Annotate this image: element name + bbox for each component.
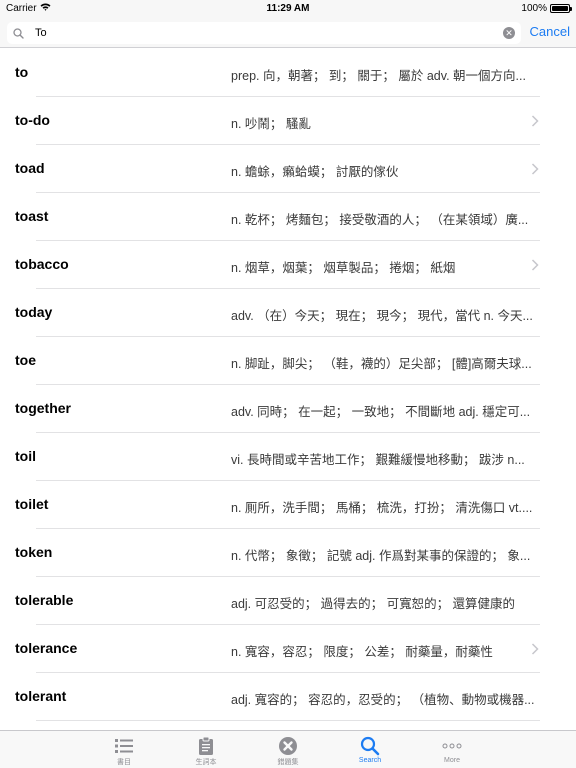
search-bar: ✕ Cancel [0, 18, 576, 48]
close-circle-icon [278, 735, 298, 756]
clear-search-icon[interactable]: ✕ [503, 27, 515, 39]
result-word: toad [15, 160, 45, 176]
tab-label: Search [358, 757, 382, 764]
result-definition: adj. 可忍受的； 過得去的； 可寬恕的； 還算健康的 [231, 597, 516, 611]
result-word: toilet [15, 496, 49, 512]
tab-bar: 書目 生詞本 錯題集 Search More [0, 730, 576, 768]
status-bar: Carrier 11:29 AM 100% [0, 0, 576, 18]
result-word: toast [15, 208, 49, 224]
result-word: tolerable [15, 592, 74, 608]
result-word: together [15, 400, 71, 416]
result-word: today [15, 304, 53, 320]
result-row[interactable]: toast n. 乾杯； 烤麵包； 接受敬酒的人； （在某領域）廣... [0, 193, 576, 241]
result-row[interactable]: token n. 代幣； 象徵； 記號 adj. 作爲對某事的保證的； 象... [0, 529, 576, 577]
result-definition: n. 寬容，容忍； 限度； 公差； 耐藥量，耐藥性 [231, 645, 493, 659]
result-word: toil [15, 448, 36, 464]
result-definition: n. 蟾蜍，癩蛤蟆； 討厭的傢伙 [231, 165, 399, 179]
result-definition: vi. 長時間或辛苦地工作； 艱難緩慢地移動； 跋涉 n... [231, 453, 525, 467]
tab-label: 書目 [117, 759, 131, 766]
cancel-button[interactable]: Cancel [530, 24, 570, 39]
tab-more[interactable]: More [411, 731, 493, 768]
result-definition: n. 脚趾，脚尖； （鞋，襪的）足尖部； [體]高爾夫球... [231, 357, 532, 371]
search-input[interactable] [35, 27, 495, 39]
status-time: 11:29 AM [266, 3, 310, 14]
result-definition: n. 乾杯； 烤麵包； 接受敬酒的人； （在某領域）廣... [231, 213, 529, 227]
result-definition: adv. 同時； 在一起； 一致地； 不間斷地 adj. 穩定可... [231, 405, 531, 419]
result-definition: adv. （在）今天； 現在； 現今； 現代，當代 n. 今天... [231, 309, 533, 323]
result-word: to [15, 64, 29, 80]
battery-icon [550, 4, 572, 13]
chevron-right-icon [531, 162, 539, 180]
result-word: tobacco [15, 256, 69, 272]
result-row[interactable]: toil vi. 長時間或辛苦地工作； 艱難緩慢地移動； 跋涉 n... [0, 433, 576, 481]
more-icon [442, 735, 462, 756]
result-row[interactable]: tobacco n. 烟草，烟葉； 烟草製品； 捲烟； 紙烟 [0, 241, 576, 289]
result-row[interactable]: together adv. 同時； 在一起； 一致地； 不間斷地 adj. 穩定可… [0, 385, 576, 433]
result-row[interactable]: toilet n. 厠所，洗手間； 馬桶； 梳洗，打扮； 清洗傷口 vt.... [0, 481, 576, 529]
result-word: to-do [15, 112, 50, 128]
battery-fill [552, 6, 568, 11]
result-definition: n. 烟草，烟葉； 烟草製品； 捲烟； 紙烟 [231, 261, 456, 275]
tab-list[interactable]: 書目 [83, 731, 165, 768]
result-row[interactable]: today adv. （在）今天； 現在； 現今； 現代，當代 n. 今天... [0, 289, 576, 337]
result-definition: prep. 向，朝著； 到； 關于； 屬於 adv. 朝一個方向... [231, 69, 526, 83]
result-definition: n. 厠所，洗手間； 馬桶； 梳洗，打扮； 清洗傷口 vt.... [231, 501, 533, 515]
result-row[interactable]: tolerable adj. 可忍受的； 過得去的； 可寬恕的； 還算健康的 [0, 577, 576, 625]
clipboard-icon [198, 735, 214, 756]
chevron-right-icon [531, 114, 539, 132]
result-definition: n. 代幣； 象徵； 記號 adj. 作爲對某事的保證的； 象... [231, 549, 531, 563]
result-word: tolerance [15, 640, 78, 656]
tab-clipboard[interactable]: 生詞本 [165, 731, 247, 768]
result-definition: adj. 寬容的； 容忍的，忍受的； （植物、動物或機器... [231, 693, 535, 707]
search-icon [360, 735, 380, 756]
result-word: toe [15, 352, 36, 368]
result-row[interactable]: toe n. 脚趾，脚尖； （鞋，襪的）足尖部； [體]高爾夫球... [0, 337, 576, 385]
tab-label: 錯題集 [277, 759, 299, 766]
search-icon [13, 27, 29, 39]
tab-close-circle[interactable]: 錯題集 [247, 731, 329, 768]
result-row[interactable]: to-do n. 吵鬧； 騷亂 [0, 97, 576, 145]
result-word: token [15, 544, 53, 560]
result-row[interactable]: tolerance n. 寬容，容忍； 限度； 公差； 耐藥量，耐藥性 [0, 625, 576, 673]
results-list: to prep. 向，朝著； 到； 關于； 屬於 adv. 朝一個方向... to-… [0, 49, 576, 730]
list-icon [114, 735, 134, 756]
chevron-right-icon [531, 642, 539, 660]
search-field[interactable]: ✕ [7, 22, 521, 44]
result-row[interactable]: to prep. 向，朝著； 到； 關于； 屬於 adv. 朝一個方向... [0, 49, 576, 97]
tab-label: 生詞本 [195, 759, 217, 766]
tab-search[interactable]: Search [329, 731, 411, 768]
battery-percent: 100% [521, 3, 547, 14]
status-right: 100% [521, 3, 572, 14]
result-row[interactable]: toad n. 蟾蜍，癩蛤蟆； 討厭的傢伙 [0, 145, 576, 193]
result-row[interactable]: tolerant adj. 寬容的； 容忍的，忍受的； （植物、動物或機器... [0, 673, 576, 721]
row-separator [36, 720, 540, 721]
result-word: tolerant [15, 688, 67, 704]
tab-label: More [444, 757, 460, 764]
chevron-right-icon [531, 258, 539, 276]
result-definition: n. 吵鬧； 騷亂 [231, 117, 311, 131]
